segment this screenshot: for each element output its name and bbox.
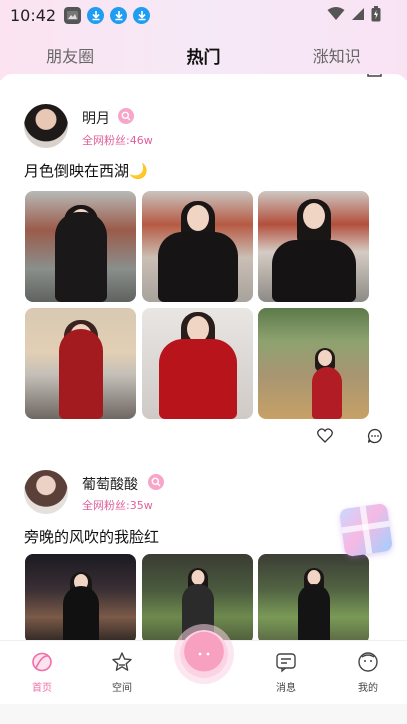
post-photo[interactable] xyxy=(142,308,253,419)
status-bar: 10:42 xyxy=(0,0,407,30)
top-tabs: 朋友圈 热门 涨知识 xyxy=(0,36,407,80)
message-icon xyxy=(276,653,296,673)
feed[interactable]: 明月 全网粉丝:46w 月色倒映在西湖🌙 葡萄酸酸 全网粉丝:35w 旁晚的风吹… xyxy=(0,74,407,640)
signal-icon xyxy=(352,8,364,20)
post-photo[interactable] xyxy=(25,191,136,302)
avatar[interactable] xyxy=(24,104,68,148)
battery-icon xyxy=(371,6,381,22)
center-face-button[interactable] xyxy=(180,630,228,678)
comment-icon[interactable] xyxy=(367,428,383,444)
profile-icon xyxy=(358,652,378,672)
tab-friends[interactable]: 朋友圈 xyxy=(38,39,102,71)
download-icon xyxy=(110,6,128,24)
nav-label: 首页 xyxy=(32,683,52,694)
fans-count: 全网粉丝:35w xyxy=(82,499,153,512)
post-caption: 月色倒映在西湖🌙 xyxy=(24,162,148,180)
post-author-name[interactable]: 葡萄酸酸 xyxy=(82,474,138,494)
post-photo[interactable] xyxy=(25,308,136,419)
download-icon xyxy=(133,6,151,24)
search-badge-icon xyxy=(118,108,134,124)
nav-space[interactable]: 空间 xyxy=(92,651,152,694)
post-photo[interactable] xyxy=(258,554,369,640)
fans-count: 全网粉丝:46w xyxy=(82,134,153,147)
nav-label: 空间 xyxy=(112,683,132,694)
post-photo[interactable] xyxy=(258,191,369,302)
avatar[interactable] xyxy=(24,470,68,514)
gift-box-icon[interactable] xyxy=(338,502,394,558)
search-badge-icon xyxy=(148,474,164,490)
share-icon[interactable] xyxy=(367,74,383,78)
post-caption: 旁晚的风吹的我脸红 xyxy=(24,528,160,546)
post-photo[interactable] xyxy=(142,554,253,640)
nav-label: 消息 xyxy=(276,683,296,694)
post-photo[interactable] xyxy=(142,191,253,302)
center-face-icon xyxy=(198,652,210,656)
tab-label: 热门 xyxy=(186,47,221,68)
nav-messages[interactable]: 消息 xyxy=(256,651,316,694)
tab-knowledge[interactable]: 涨知识 xyxy=(305,39,369,71)
gallery-icon xyxy=(64,6,82,24)
like-icon[interactable] xyxy=(317,428,333,443)
system-gesture-bar xyxy=(0,704,407,724)
home-icon xyxy=(32,652,52,672)
star-icon xyxy=(112,652,132,671)
post-photo[interactable] xyxy=(258,308,369,419)
download-icon xyxy=(87,6,105,24)
tab-label: 涨知识 xyxy=(312,47,361,66)
nav-label: 我的 xyxy=(358,683,378,694)
wifi-icon xyxy=(327,7,345,20)
tab-label: 朋友圈 xyxy=(46,47,95,66)
post-photo[interactable] xyxy=(25,554,136,640)
tab-hot[interactable]: 热门 xyxy=(178,39,228,80)
nav-home[interactable]: 首页 xyxy=(12,651,72,694)
post-author-name[interactable]: 明月 xyxy=(82,108,110,128)
nav-profile[interactable]: 我的 xyxy=(338,651,398,694)
status-time: 10:42 xyxy=(10,5,57,25)
